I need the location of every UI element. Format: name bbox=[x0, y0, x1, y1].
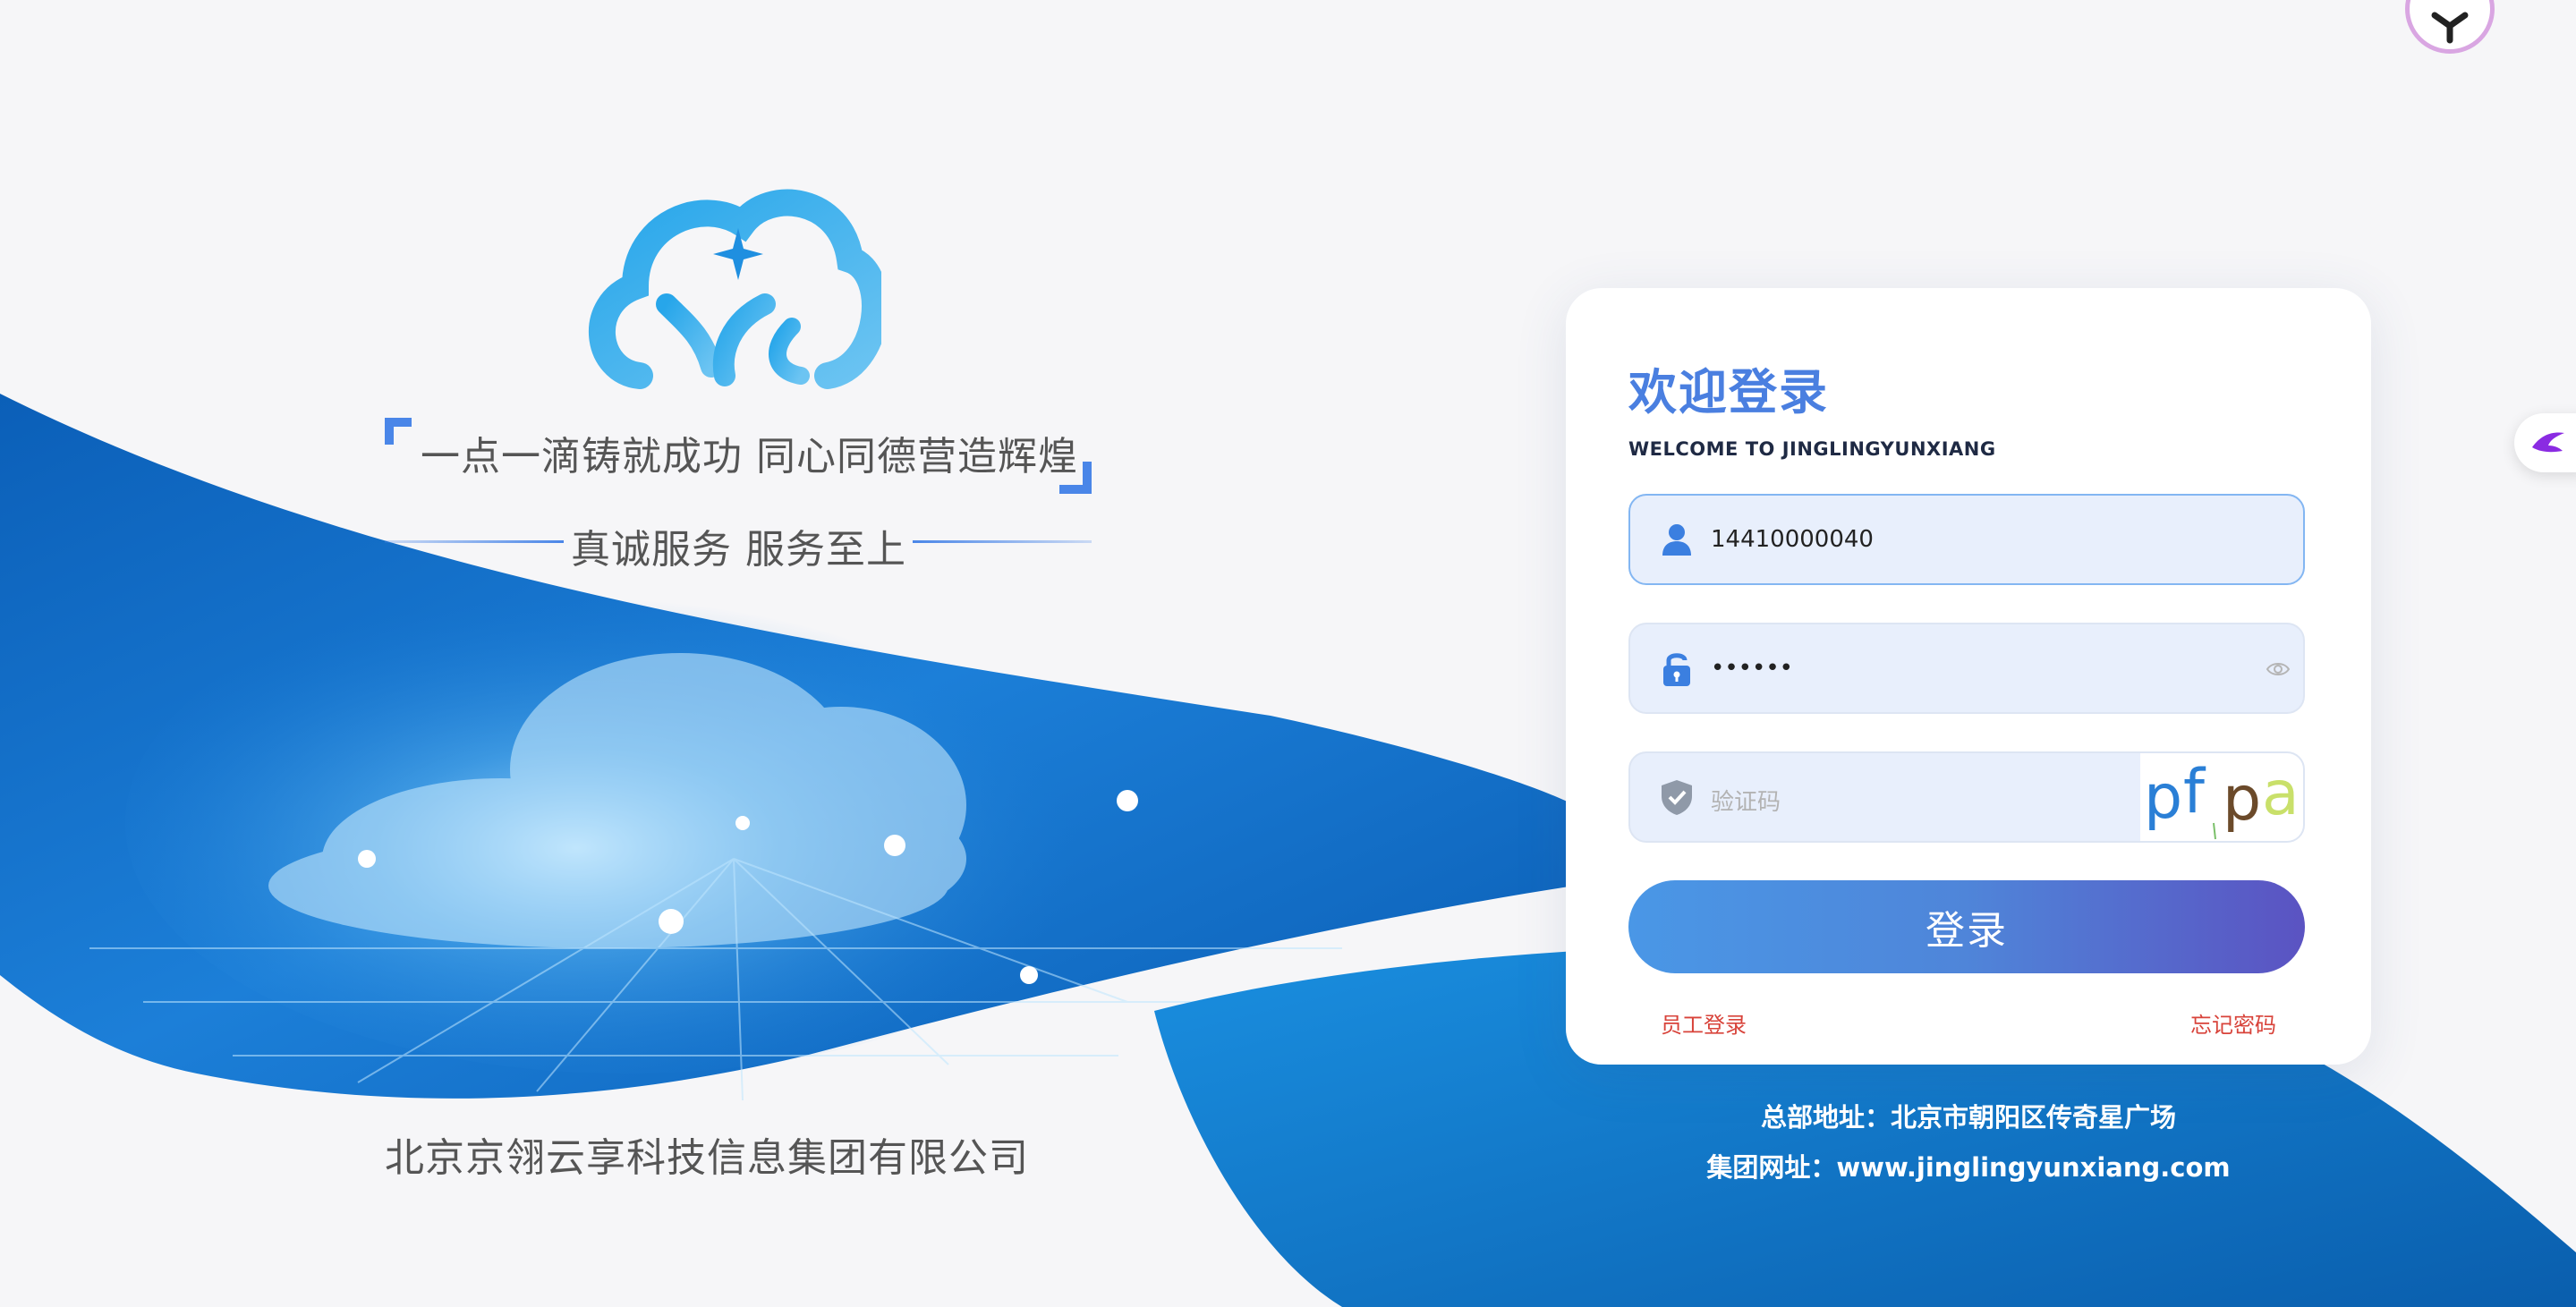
captcha-image[interactable]: p f p a bbox=[2140, 753, 2303, 841]
eye-icon[interactable] bbox=[2266, 657, 2291, 682]
login-subtitle: WELCOME TO JINGLINGYUNXIANG bbox=[1628, 438, 1996, 460]
motto-divider-left bbox=[385, 540, 564, 543]
login-card: 欢迎登录 WELCOME TO JINGLINGYUNXIANG 1441000… bbox=[1566, 288, 2371, 1065]
forgot-password-link[interactable]: 忘记密码 bbox=[2190, 1007, 2276, 1039]
login-title: 欢迎登录 bbox=[1628, 364, 1829, 420]
password-input[interactable]: •••••• bbox=[1711, 655, 1793, 682]
employee-login-link[interactable]: 员工登录 bbox=[1661, 1007, 1747, 1039]
side-float-tab[interactable] bbox=[2514, 413, 2576, 472]
username-field[interactable]: 14410000040 bbox=[1628, 494, 2305, 585]
footer-address: 总部地址：北京市朝阳区传奇星广场 bbox=[1760, 1102, 2176, 1133]
company-name: 北京京翎云享科技信息集团有限公司 bbox=[385, 1135, 1029, 1181]
motto-text: 真诚服务 服务至上 bbox=[571, 527, 906, 573]
motto-block: 真诚服务 服务至上 bbox=[385, 517, 1092, 573]
password-field[interactable]: •••••• bbox=[1628, 623, 2305, 714]
captcha-char-3: p bbox=[2223, 764, 2261, 835]
captcha-char-4: a bbox=[2262, 759, 2300, 829]
corner-avatar[interactable] bbox=[2405, 0, 2495, 54]
username-input[interactable]: 14410000040 bbox=[1711, 526, 1874, 553]
bracket-bottom-right bbox=[1059, 462, 1092, 494]
lock-icon bbox=[1657, 649, 1696, 688]
slogan-block: 一点一滴铸就成功 同心同德营造辉煌 bbox=[385, 413, 1092, 494]
footer-website: 集团网址：www.jinglingyunxiang.com bbox=[1706, 1152, 2231, 1183]
motto-divider-right bbox=[913, 540, 1092, 543]
login-button[interactable]: 登录 bbox=[1628, 880, 2305, 973]
company-logo bbox=[586, 188, 888, 394]
slogan-text: 一点一滴铸就成功 同心同德营造辉煌 bbox=[421, 434, 1078, 480]
bracket-top-left bbox=[385, 418, 412, 445]
captcha-input[interactable]: 验证码 bbox=[1711, 784, 1781, 817]
captcha-char-2: f bbox=[2183, 757, 2206, 827]
bird-icon bbox=[2532, 432, 2564, 453]
shield-check-icon bbox=[1657, 777, 1696, 817]
user-icon bbox=[1657, 520, 1696, 559]
captcha-char-1: p bbox=[2144, 762, 2182, 833]
captcha-field[interactable]: 验证码 p f p a bbox=[1628, 751, 2305, 843]
